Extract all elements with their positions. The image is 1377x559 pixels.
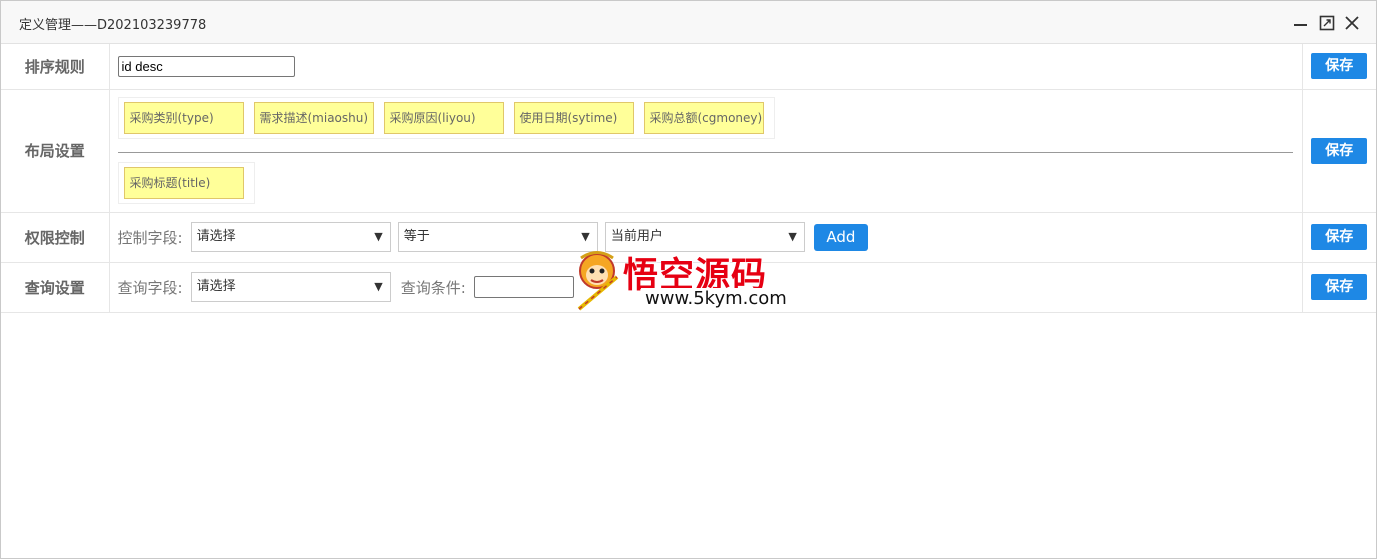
control-field-label: 控制字段: — [117, 228, 183, 247]
layout-bottom-group: 采购标题(title) — [117, 162, 255, 204]
query-action-cell: 保存 — [1302, 262, 1376, 313]
permission-label: 权限控制 — [1, 212, 110, 263]
sort-input[interactable] — [117, 55, 295, 77]
permission-row: 权限控制 控制字段: 请选择 ▼ 等于 ▼ 当前用户 ▼ Add 保存 — [1, 212, 1376, 263]
query-label: 查询设置 — [1, 262, 110, 313]
control-field-select-value: 请选择 — [196, 229, 236, 244]
field-chip[interactable]: 采购标题(title) — [123, 167, 244, 199]
layout-divider — [117, 152, 1293, 153]
query-condition-label: 查询条件: — [400, 278, 466, 297]
dialog-window: 定义管理——D202103239778 排序规则 保存 布局 — [0, 0, 1377, 559]
settings-table: 排序规则 保存 布局设置 采购类别(type) 需求描述(miaoshu) 采购原因… — [1, 44, 1376, 313]
query-field-label: 查询字段: — [117, 278, 183, 297]
sort-label: 排序规则 — [1, 44, 110, 90]
permission-action-cell: 保存 — [1302, 212, 1376, 263]
sort-save-button[interactable]: 保存 — [1311, 53, 1368, 80]
window-title: 定义管理——D202103239778 — [19, 18, 207, 33]
query-row: 查询设置 查询字段: 请选择 ▼ 查询条件: 保存 — [1, 262, 1376, 313]
close-icon[interactable] — [1343, 14, 1361, 32]
layout-save-button[interactable]: 保存 — [1311, 137, 1368, 164]
value-select[interactable]: 当前用户 ▼ — [604, 222, 805, 252]
permission-cell: 控制字段: 请选择 ▼ 等于 ▼ 当前用户 ▼ Add — [109, 212, 1303, 263]
layout-cell: 采购类别(type) 需求描述(miaoshu) 采购原因(liyou) 使用日期(s… — [109, 89, 1303, 213]
layout-action-cell: 保存 — [1302, 89, 1376, 213]
chevron-down-icon: ▼ — [581, 230, 590, 243]
sort-cell — [109, 44, 1303, 90]
query-field-select-value: 请选择 — [196, 279, 236, 294]
field-chip[interactable]: 需求描述(miaoshu) — [253, 102, 374, 134]
query-cell: 查询字段: 请选择 ▼ 查询条件: — [109, 262, 1303, 313]
operator-select[interactable]: 等于 ▼ — [397, 222, 598, 252]
title-bar[interactable]: 定义管理——D202103239778 — [1, 1, 1376, 44]
operator-select-value: 等于 — [403, 229, 430, 244]
field-chip[interactable]: 采购类别(type) — [123, 102, 244, 134]
value-select-value: 当前用户 — [610, 229, 663, 244]
chevron-down-icon: ▼ — [788, 230, 797, 243]
add-button[interactable]: Add — [813, 223, 868, 251]
sort-row: 排序规则 保存 — [1, 44, 1376, 90]
field-chip[interactable]: 采购总额(cgmoney) — [643, 102, 764, 134]
permission-save-button[interactable]: 保存 — [1311, 224, 1368, 250]
sort-action-cell: 保存 — [1302, 44, 1376, 90]
minimize-icon[interactable] — [1291, 14, 1309, 32]
field-chip[interactable]: 采购原因(liyou) — [383, 102, 504, 134]
query-field-select[interactable]: 请选择 ▼ — [190, 272, 391, 302]
layout-top-group: 采购类别(type) 需求描述(miaoshu) 采购原因(liyou) 使用日期(s… — [117, 97, 775, 139]
field-chip[interactable]: 使用日期(sytime) — [513, 102, 634, 134]
control-field-select[interactable]: 请选择 ▼ — [190, 222, 391, 252]
maximize-icon[interactable] — [1318, 14, 1336, 32]
chevron-down-icon: ▼ — [374, 230, 383, 243]
layout-row: 布局设置 采购类别(type) 需求描述(miaoshu) 采购原因(liyou) 使… — [1, 89, 1376, 213]
query-save-button[interactable]: 保存 — [1311, 274, 1368, 300]
query-condition-input[interactable] — [473, 276, 574, 298]
layout-label: 布局设置 — [1, 89, 110, 213]
chevron-down-icon: ▼ — [374, 280, 383, 293]
